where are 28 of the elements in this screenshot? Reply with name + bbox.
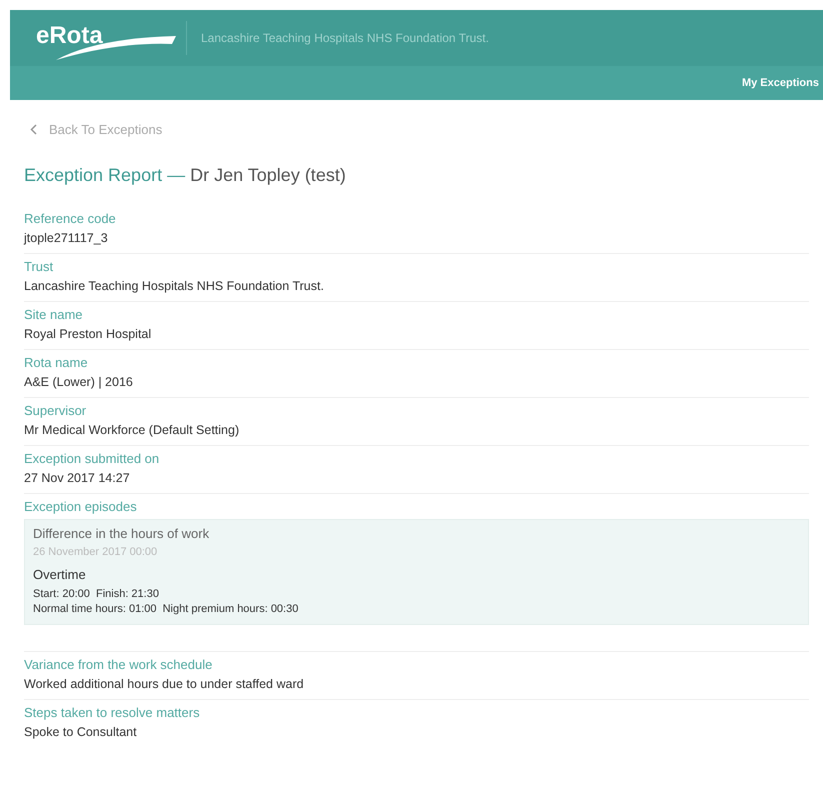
field-label: Exception submitted on	[24, 451, 160, 466]
field-label: Trust	[24, 259, 54, 274]
field-value: Lancashire Teaching Hospitals NHS Foundation Trust.	[24, 279, 325, 293]
field-label: Steps taken to resolve matters	[24, 705, 201, 720]
field-label: Supervisor	[24, 403, 88, 418]
trust-name: Lancashire Teaching Hospitals NHS Foundation Trust.	[201, 31, 489, 45]
chevron-left-icon	[30, 124, 37, 135]
field-value: Spoke to Consultant	[24, 725, 138, 739]
field-value: jtople271117_3	[24, 231, 109, 245]
erota-logo: eRota	[36, 16, 176, 60]
back-link[interactable]: Back To Exceptions	[30, 122, 809, 137]
page-title: Exception Report — Dr Jen Topley (test)	[24, 165, 347, 186]
field-label: Site name	[24, 307, 84, 322]
episode-times: Start: 20:00 Finish: 21:30	[33, 588, 160, 600]
episode-date: 26 November 2017 00:00	[33, 546, 158, 558]
field-label: Exception episodes	[24, 499, 138, 514]
episode-type: Difference in the hours of work	[33, 526, 210, 541]
field-label: Reference code	[24, 211, 117, 226]
field-value: Worked additional hours due to under staffed ward	[24, 677, 305, 691]
episode-category: Overtime	[33, 567, 87, 582]
field-value: Mr Medical Workforce (Default Setting)	[24, 423, 240, 437]
episode-hours: Normal time hours: 01:00 Night premium hours: 00:30	[33, 603, 300, 615]
field-value: Royal Preston Hospital	[24, 327, 152, 341]
field-label: Variance from the work schedule	[24, 657, 214, 672]
field-value: 27 Nov 2017 14:27	[24, 471, 131, 485]
nav-link[interactable]: My Exceptions	[742, 77, 823, 89]
field-value: A&E (Lower) | 2016	[24, 375, 134, 389]
field-label: Rota name	[24, 355, 89, 370]
